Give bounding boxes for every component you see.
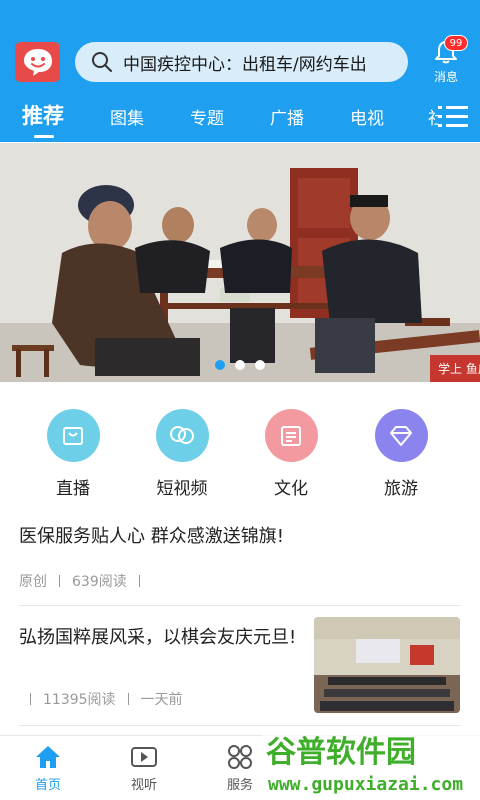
app-screen: 中国疾控中心：出租车/网约车出 99 消息 推荐 图集 专题 广播 电视 社 学…: [0, 0, 480, 800]
nav-media-label: 视听: [130, 778, 157, 793]
article-1-meta: 原创 639阅读: [19, 571, 152, 591]
carousel-dots[interactable]: [215, 360, 265, 370]
category-culture[interactable]: 文化: [246, 409, 336, 499]
category-live-circle: [46, 409, 100, 462]
nav-media[interactable]: 视听: [114, 744, 174, 793]
nav-services[interactable]: 服务: [210, 744, 270, 793]
article-2-thumbnail[interactable]: [314, 617, 460, 713]
tab-society[interactable]: 社: [428, 104, 438, 129]
tab-radio[interactable]: 广播: [270, 104, 304, 129]
watermark-title: 谷普软件园: [266, 735, 416, 770]
category-culture-label: 文化: [274, 479, 308, 499]
site-watermark: 谷普软件园 www.gupuxiazai.com: [262, 728, 480, 800]
search-icon: [92, 52, 112, 72]
message-count-badge: 99: [444, 35, 468, 51]
carousel-dot-1[interactable]: [215, 360, 225, 370]
messages-label: 消息: [433, 70, 458, 84]
thumbnail-photo: [314, 617, 460, 713]
article-1-reads: 639阅读: [72, 574, 127, 590]
search-bar[interactable]: 中国疾控中心：出租车/网约车出: [75, 42, 408, 82]
play-icon: [131, 747, 157, 767]
meta-separator: [138, 575, 140, 587]
category-travel[interactable]: 旅游: [356, 409, 446, 499]
divider: [19, 725, 460, 726]
search-placeholder: 中国疾控中心：出租车/网约车出: [123, 54, 367, 75]
newspaper-icon: [281, 425, 301, 446]
tab-recommend[interactable]: 推荐: [22, 100, 64, 130]
article-1-title[interactable]: 医保服务贴人心 群众感激送锦旗!: [19, 522, 284, 548]
app-logo[interactable]: [15, 42, 60, 82]
banner-carousel[interactable]: 学上 鱼庄: [0, 143, 480, 382]
chat-bubble-icon: [170, 425, 194, 444]
category-live[interactable]: 直播: [28, 409, 118, 499]
nav-services-label: 服务: [226, 778, 253, 793]
carousel-dot-3[interactable]: [255, 360, 265, 370]
carousel-dot-2[interactable]: [235, 360, 245, 370]
category-short-video-circle: [155, 409, 209, 462]
tab-tv[interactable]: 电视: [350, 104, 384, 129]
category-live-label: 直播: [56, 479, 90, 499]
article-2-time: 一天前: [140, 692, 183, 708]
meta-separator: [127, 693, 129, 705]
category-travel-circle: [374, 409, 428, 462]
meta-separator: [59, 575, 60, 587]
smiley-chat-icon: [23, 49, 52, 76]
meta-separator: [30, 693, 31, 705]
messages-button[interactable]: 99 消息: [424, 35, 468, 90]
banner-stamp-text: 学上 鱼庄: [438, 361, 480, 376]
category-culture-circle: [264, 409, 318, 462]
article-1-source: 原创: [19, 574, 47, 590]
category-short-video-label: 短视频: [156, 479, 208, 499]
channel-tabs: 推荐 图集 专题 广播 电视 社: [0, 96, 480, 142]
bag-icon: [63, 426, 83, 445]
divider: [19, 605, 460, 606]
category-travel-label: 旅游: [384, 479, 418, 499]
article-2-meta: 11395阅读 一天前: [19, 689, 183, 709]
active-tab-indicator: [34, 135, 54, 138]
nav-home-label: 首页: [34, 778, 61, 793]
tab-gallery[interactable]: 图集: [110, 104, 144, 129]
tab-topics[interactable]: 专题: [190, 104, 224, 129]
nav-home[interactable]: 首页: [18, 744, 78, 793]
article-2-title[interactable]: 弘扬国粹展风采，以棋会友庆元旦!: [19, 623, 296, 649]
diamond-icon: [390, 425, 412, 446]
watermark-url: www.gupuxiazai.com: [268, 774, 463, 795]
home-icon: [36, 746, 60, 768]
article-2-reads: 11395阅读: [43, 692, 116, 708]
channel-menu-icon[interactable]: [438, 104, 468, 128]
banner-photo: 学上 鱼庄: [0, 143, 480, 382]
category-short-video[interactable]: 短视频: [137, 409, 227, 499]
grid-icon: [228, 745, 252, 769]
